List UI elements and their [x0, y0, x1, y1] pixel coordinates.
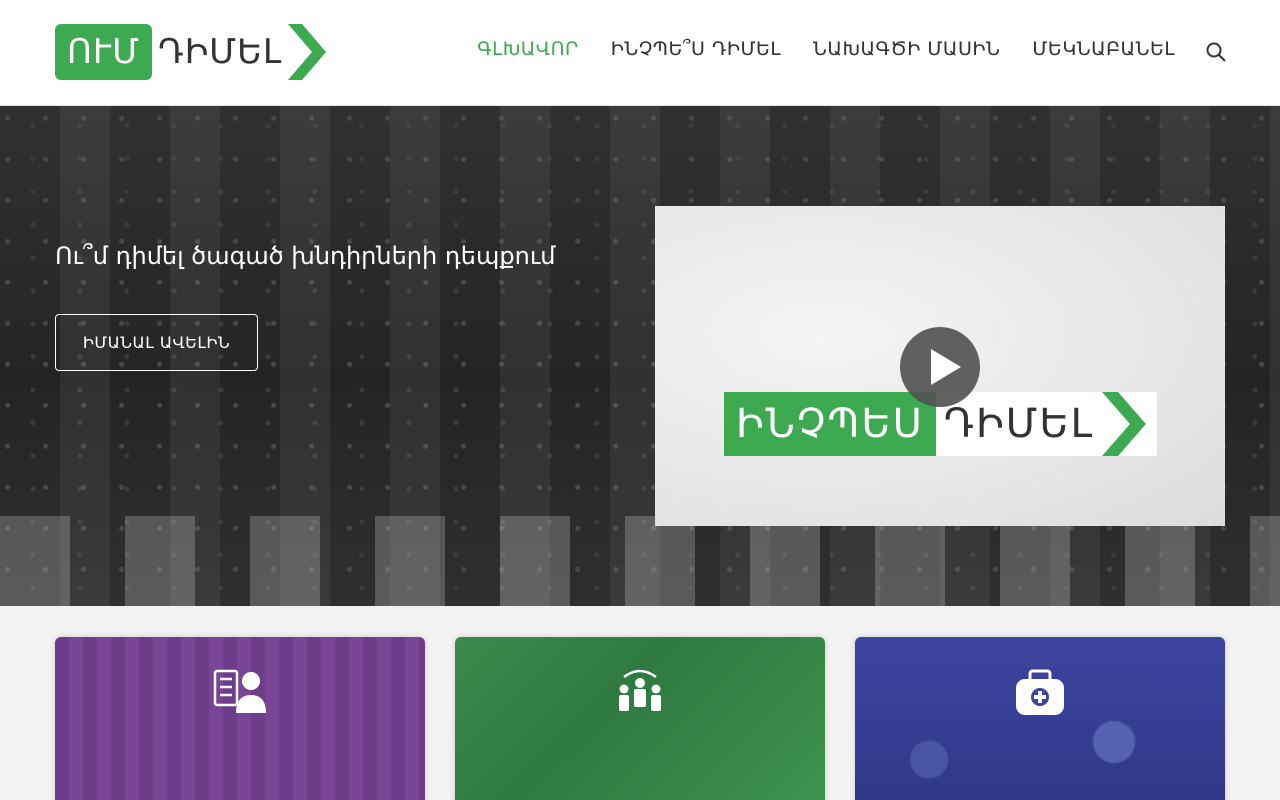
- category-card-1[interactable]: [55, 637, 425, 800]
- video-logo-box: ԻՆՉՊԵՍ: [724, 392, 936, 456]
- hero-section: Ու՞մ դիմել ծագած խնդիրների դեպքում ԻՄԱՆԱ…: [0, 106, 1280, 606]
- hero-title: Ու՞մ դիմել ծագած խնդիրների դեպքում: [55, 242, 556, 270]
- video-player[interactable]: ԻՆՉՊԵՍ ԴԻՄԵԼ: [655, 206, 1225, 526]
- site-header: ՈՒՄ ԴԻՄԵԼ ԳԼԽԱՎՈՐ ԻՆՉՊԵ՞Ս ԴԻՄԵԼ ՆԱԽԱԳԾԻ …: [0, 0, 1280, 106]
- logo-box: ՈՒՄ: [55, 24, 153, 80]
- learn-more-button[interactable]: ԻՄԱՆԱԼ ԱՎԵԼԻՆ: [55, 314, 258, 371]
- category-cards: [55, 637, 1225, 800]
- play-icon[interactable]: [900, 327, 980, 407]
- nav-item-comment[interactable]: ՄԵԿՆԱԲԱՆԵԼ: [1032, 38, 1175, 60]
- logo-arrow-icon: [288, 24, 327, 80]
- search-icon[interactable]: [1206, 42, 1226, 62]
- medical-kit-icon: [1016, 669, 1064, 715]
- site-logo[interactable]: ՈՒՄ ԴԻՄԵԼ: [55, 24, 327, 80]
- nav-item-about-project[interactable]: ՆԱԽԱԳԾԻ ՄԱՍԻՆ: [813, 38, 1000, 60]
- main-nav: ԳԼԽԱՎՈՐ ԻՆՉՊԵ՞Ս ԴԻՄԵԼ ՆԱԽԱԳԾԻ ՄԱՍԻՆ ՄԵԿՆ…: [477, 38, 1175, 60]
- group-people-icon: [619, 669, 661, 711]
- video-logo-text: ԴԻՄԵԼ: [943, 401, 1094, 447]
- category-card-2[interactable]: [455, 637, 825, 800]
- category-card-3[interactable]: [855, 637, 1225, 800]
- video-logo-arrow-icon: [1101, 392, 1146, 456]
- nav-item-home[interactable]: ԳԼԽԱՎՈՐ: [477, 38, 578, 60]
- logo-text: ԴԻՄԵԼ: [158, 32, 283, 72]
- nav-item-how-to-apply[interactable]: ԻՆՉՊԵ՞Ս ԴԻՄԵԼ: [611, 38, 781, 60]
- checklist-person-icon: [213, 669, 266, 713]
